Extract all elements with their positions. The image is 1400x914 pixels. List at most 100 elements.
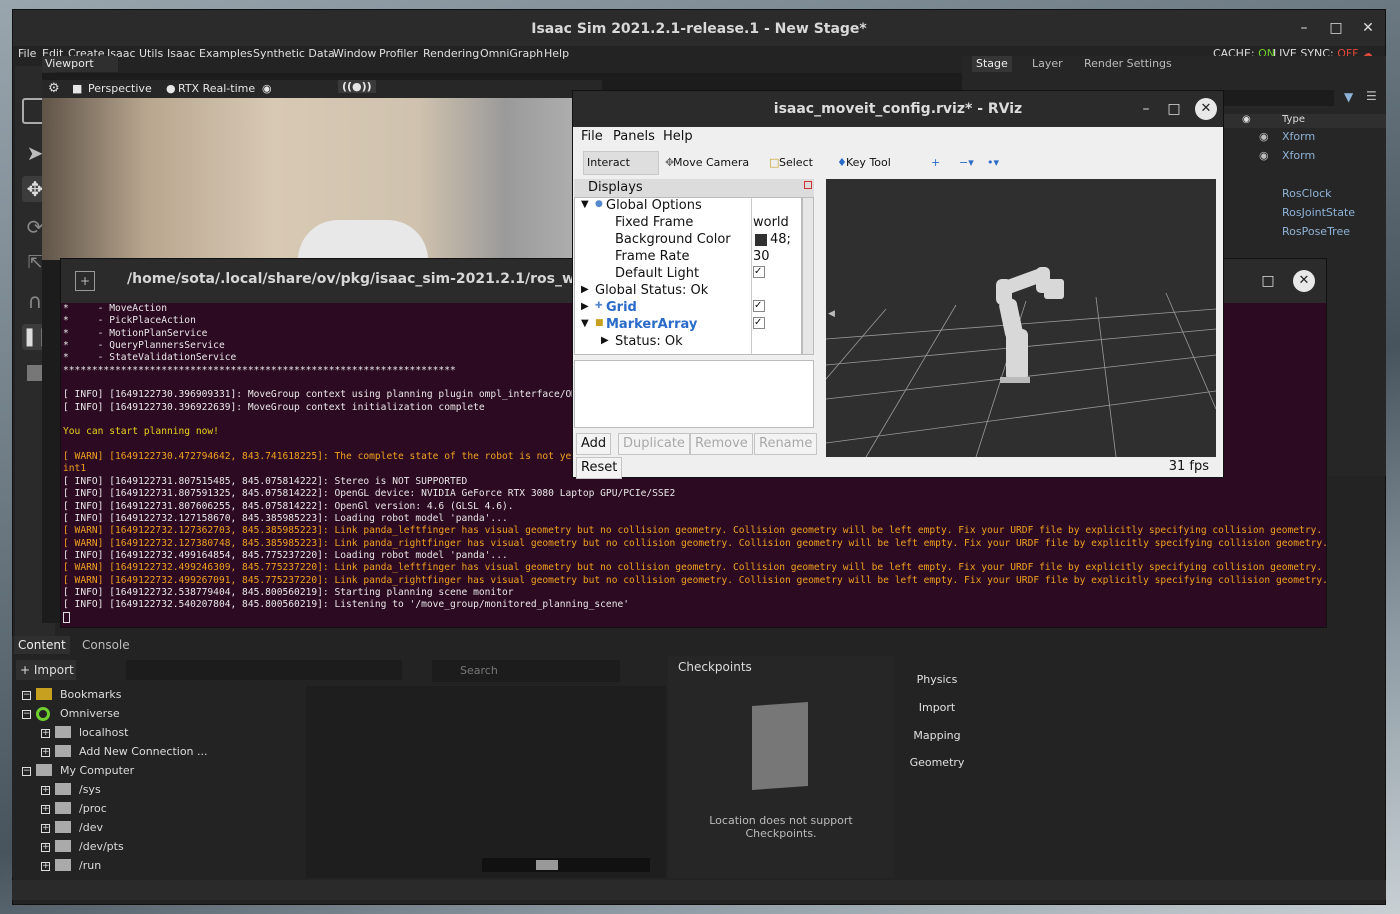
background-color-value[interactable]: 48;	[770, 232, 791, 247]
fixed-frame-value[interactable]: world	[753, 215, 789, 230]
tab-render-settings[interactable]: Render Settings	[1084, 56, 1172, 72]
import-button[interactable]: + Import	[16, 660, 76, 680]
add-button[interactable]: Add	[576, 433, 612, 455]
tab-physics[interactable]: Physics	[898, 673, 976, 686]
chevron-right-icon[interactable]: ▶	[601, 335, 609, 346]
reset-button[interactable]: Reset	[576, 457, 623, 479]
menu-synthetic-data[interactable]: Synthetic Data	[253, 47, 335, 60]
rename-button[interactable]: Rename	[754, 433, 818, 455]
displays-scrollbar[interactable]	[802, 197, 814, 355]
eye-icon[interactable]: ◉	[1259, 130, 1269, 143]
tree-item[interactable]: Omniverse	[60, 707, 120, 720]
eye-icon[interactable]: ◉	[1259, 149, 1269, 162]
tree-item[interactable]: /proc	[79, 802, 107, 815]
tab-layer[interactable]: Layer	[1032, 56, 1063, 72]
frame-rate-value[interactable]: 30	[753, 249, 770, 264]
tool-options-icon[interactable]: •▾	[987, 156, 999, 169]
close-icon[interactable]: ✕	[1357, 17, 1379, 39]
search-input[interactable]: Search	[432, 660, 620, 682]
menu-help[interactable]: Help	[544, 47, 569, 60]
tree-item[interactable]: /dev/pts	[79, 840, 124, 853]
grid-checkbox[interactable]: ✓	[753, 300, 765, 312]
stage-type-xform[interactable]: Xform	[1282, 149, 1315, 162]
perspective-label[interactable]: Perspective	[88, 82, 152, 95]
interact-tool[interactable]: Interact	[587, 156, 630, 169]
broadcast-icon[interactable]: ((●))	[338, 80, 376, 93]
gear-icon[interactable]: ⚙	[48, 81, 60, 96]
new-tab-icon[interactable]: +	[75, 271, 95, 291]
viewport-render[interactable]	[42, 90, 622, 260]
chevron-down-icon[interactable]: ▼	[581, 318, 589, 329]
collapse-icon[interactable]: −	[22, 710, 31, 719]
rviz-menu-panels[interactable]: Panels	[613, 129, 655, 144]
rviz-menu-help[interactable]: Help	[663, 129, 693, 144]
tree-item[interactable]: localhost	[79, 726, 128, 739]
eye-icon[interactable]: ◉	[262, 82, 272, 95]
stage-search-input[interactable]	[1224, 90, 1334, 106]
menu-isaac-examples[interactable]: Isaac Examples	[167, 47, 252, 60]
expand-icon[interactable]: +	[41, 729, 50, 738]
color-swatch[interactable]	[755, 234, 767, 246]
zoom-slider[interactable]	[482, 858, 650, 872]
menu-omnigraph[interactable]: OmniGraph	[480, 47, 543, 60]
rviz-3d-view[interactable]: ◀	[826, 179, 1216, 457]
stage-type-xform[interactable]: Xform	[1282, 130, 1315, 143]
grid-label[interactable]: Grid	[606, 300, 637, 315]
tab-console[interactable]: Console	[78, 636, 134, 654]
select-tool[interactable]: Select	[779, 156, 813, 169]
tree-item[interactable]: /run	[79, 859, 101, 872]
path-input[interactable]	[126, 660, 402, 680]
filter-icon[interactable]: ▼	[1344, 90, 1353, 104]
rviz-menu-file[interactable]: File	[581, 129, 603, 144]
stage-type-rosposetree[interactable]: RosPoseTree	[1282, 225, 1350, 238]
minimize-icon[interactable]: –	[1135, 98, 1157, 120]
tree-item[interactable]: Bookmarks	[60, 688, 121, 701]
move-camera-tool[interactable]: Move Camera	[673, 156, 749, 169]
tab-content[interactable]: Content	[14, 636, 70, 654]
maximize-icon[interactable]: □	[1257, 270, 1279, 292]
close-icon[interactable]: ✕	[1195, 98, 1217, 120]
menu-file[interactable]: File	[18, 47, 36, 60]
tree-item[interactable]: /sys	[79, 783, 101, 796]
remove-button[interactable]: Remove	[690, 433, 753, 455]
key-tool[interactable]: Key Tool	[846, 156, 891, 169]
viewport-tab[interactable]: Viewport	[42, 56, 118, 72]
expand-icon[interactable]: +	[41, 786, 50, 795]
global-status-label[interactable]: Global Status: Ok	[595, 283, 708, 298]
collapse-icon[interactable]: −	[22, 691, 31, 700]
tab-mapping[interactable]: Mapping	[898, 729, 976, 742]
marker-array-label[interactable]: MarkerArray	[606, 317, 697, 332]
minimize-icon[interactable]: –	[1293, 17, 1315, 39]
collapse-left-icon[interactable]: ◀	[828, 309, 835, 319]
expand-icon[interactable]: +	[41, 862, 50, 871]
status-ok-label[interactable]: Status: Ok	[615, 334, 683, 349]
renderer-label[interactable]: RTX Real-time	[178, 82, 255, 95]
displays-tree[interactable]: ▼ ● Global Options Fixed Frame world Bac…	[574, 197, 802, 355]
duplicate-button[interactable]: Duplicate	[618, 433, 690, 455]
tab-import[interactable]: Import	[898, 701, 976, 714]
expand-icon[interactable]: +	[41, 805, 50, 814]
add-tool-icon[interactable]: +	[931, 156, 940, 169]
tab-stage[interactable]: Stage	[972, 56, 1012, 72]
remove-tool-icon[interactable]: −▾	[959, 156, 974, 169]
menu-window[interactable]: Window	[333, 47, 376, 60]
chevron-right-icon[interactable]: ▶	[581, 301, 589, 312]
maximize-icon[interactable]: □	[1163, 98, 1185, 120]
menu-rendering[interactable]: Rendering	[423, 47, 479, 60]
chevron-down-icon[interactable]: ▼	[581, 199, 589, 210]
default-light-checkbox[interactable]: ✓	[753, 266, 765, 278]
expand-icon[interactable]: +	[41, 843, 50, 852]
global-options-label[interactable]: Global Options	[606, 198, 702, 213]
marker-array-checkbox[interactable]: ✓	[753, 317, 765, 329]
file-browser-area[interactable]	[306, 686, 666, 878]
close-icon[interactable]: ✕	[1293, 270, 1315, 292]
menu-profiler[interactable]: Profiler	[379, 47, 418, 60]
maximize-icon[interactable]: □	[1325, 17, 1347, 39]
stage-type-rosjointstate[interactable]: RosJointState	[1282, 206, 1355, 219]
tree-item[interactable]: /dev	[79, 821, 103, 834]
stage-type-rosclock[interactable]: RosClock	[1282, 187, 1332, 200]
tree-item[interactable]: My Computer	[60, 764, 134, 777]
panel-close-icon[interactable]	[804, 181, 812, 189]
tab-geometry[interactable]: Geometry	[898, 756, 976, 769]
expand-icon[interactable]: +	[41, 824, 50, 833]
